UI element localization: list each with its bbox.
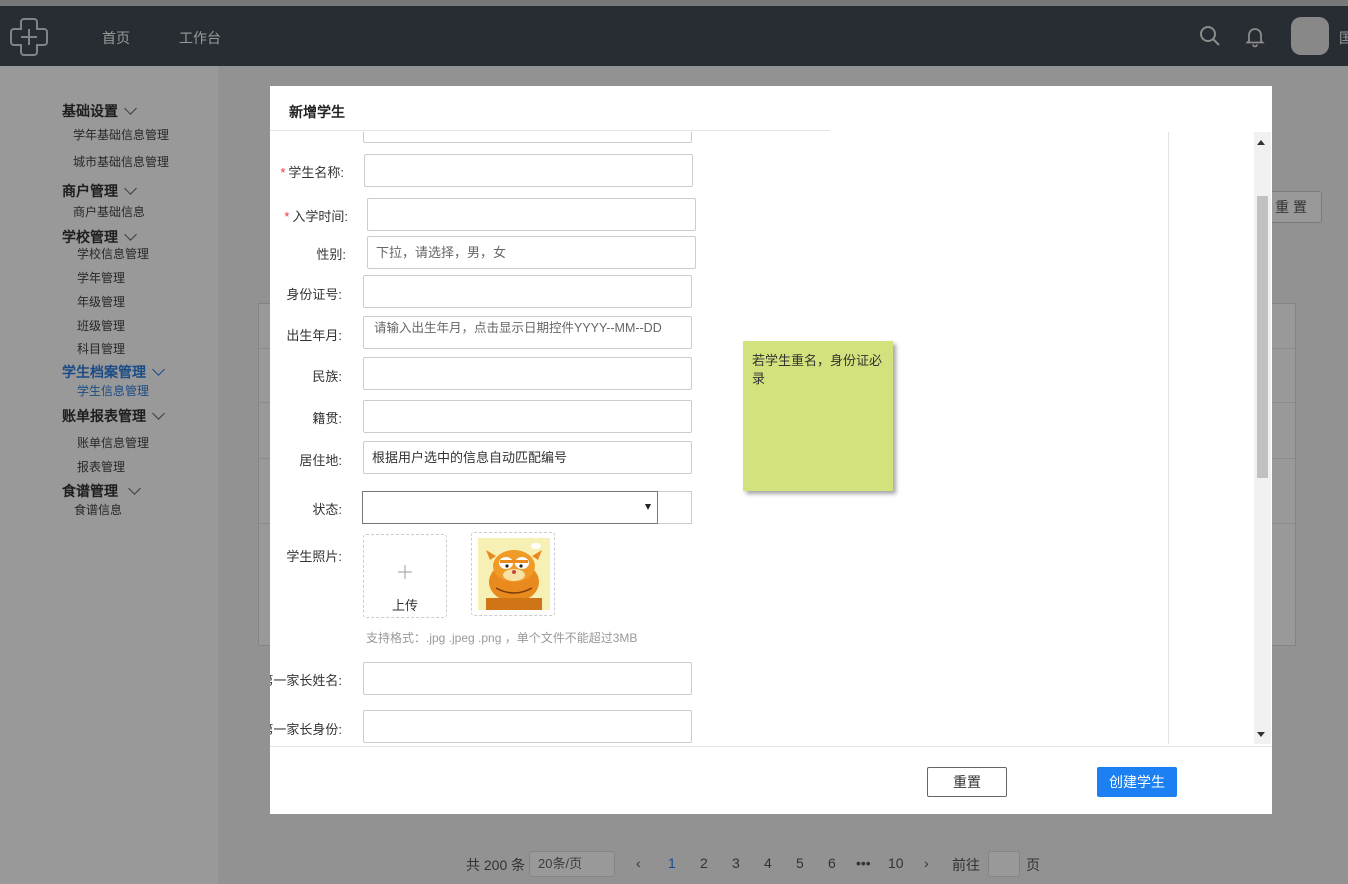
parent1-identity-input[interactable] (363, 710, 692, 743)
dialog-title: 新增学生 (289, 104, 345, 120)
parent1-identity-label: 第一家长身份: (270, 722, 342, 737)
dropdown-arrow-icon (645, 504, 651, 510)
parent1-name-input[interactable] (363, 662, 692, 695)
divider (270, 746, 1272, 747)
enroll-time-input[interactable] (367, 198, 696, 231)
native-place-label: 籍贯: (312, 411, 342, 426)
garfield-photo-icon (478, 538, 550, 610)
birth-date-input[interactable]: 请输入出生年月，点击显示日期控件YYYY--MM--DD (363, 316, 692, 349)
birth-label: 出生年月: (286, 328, 342, 343)
status-label: 状态: (312, 502, 342, 517)
residence-input[interactable]: 根据用户选中的信息自动匹配编号 (363, 441, 692, 474)
status-extra-box (658, 491, 692, 524)
ethnicity-label: 民族: (312, 369, 342, 384)
id-number-input[interactable] (363, 275, 692, 308)
scroll-down-arrow-icon[interactable] (1257, 732, 1265, 737)
status-select[interactable] (362, 491, 658, 524)
divider (270, 130, 830, 131)
ethnicity-input[interactable] (363, 357, 692, 390)
form-scrollbar[interactable] (1254, 132, 1271, 744)
student-form: * 学生名称: * 入学时间: 性别: 下拉，请选择，男，女 身份证号: 出生年月:… (270, 132, 1168, 744)
student-name-input[interactable] (364, 154, 693, 187)
plus-icon (398, 565, 412, 579)
gender-select[interactable]: 下拉，请选择，男，女 (367, 236, 696, 269)
sticky-note: 若学生重名，身份证必录 (743, 341, 893, 491)
create-student-button[interactable]: 创建学生 (1097, 767, 1177, 797)
enroll-time-label: * 入学时间: (284, 209, 348, 224)
upload-label: 上传 (391, 598, 418, 613)
divider (1168, 132, 1169, 744)
student-name-label: * 学生名称: (280, 165, 344, 180)
parent1-name-label: 第一家长姓名: (270, 673, 342, 688)
gender-label: 性别: (316, 247, 346, 262)
reset-button[interactable]: 重置 (927, 767, 1007, 797)
scroll-up-arrow-icon[interactable] (1257, 140, 1265, 145)
scrolled-field-input[interactable] (363, 132, 692, 143)
student-photo-label: 学生照片: (286, 549, 342, 564)
scrollbar-thumb[interactable] (1257, 196, 1268, 478)
student-photo-thumbnail[interactable] (471, 532, 555, 616)
add-student-dialog: 新增学生 * 学生名称: * 入学时间: 性别: 下拉，请选择，男，女 身份证号: … (270, 86, 1272, 814)
residence-label: 居住地: (299, 453, 342, 468)
photo-upload-button[interactable]: 上传 (363, 534, 447, 618)
upload-hint: 支持格式：.jpg .jpeg .png ，单个文件不能超过3MB (366, 631, 638, 645)
native-place-input[interactable] (363, 400, 692, 433)
id-number-label: 身份证号: (286, 287, 342, 302)
